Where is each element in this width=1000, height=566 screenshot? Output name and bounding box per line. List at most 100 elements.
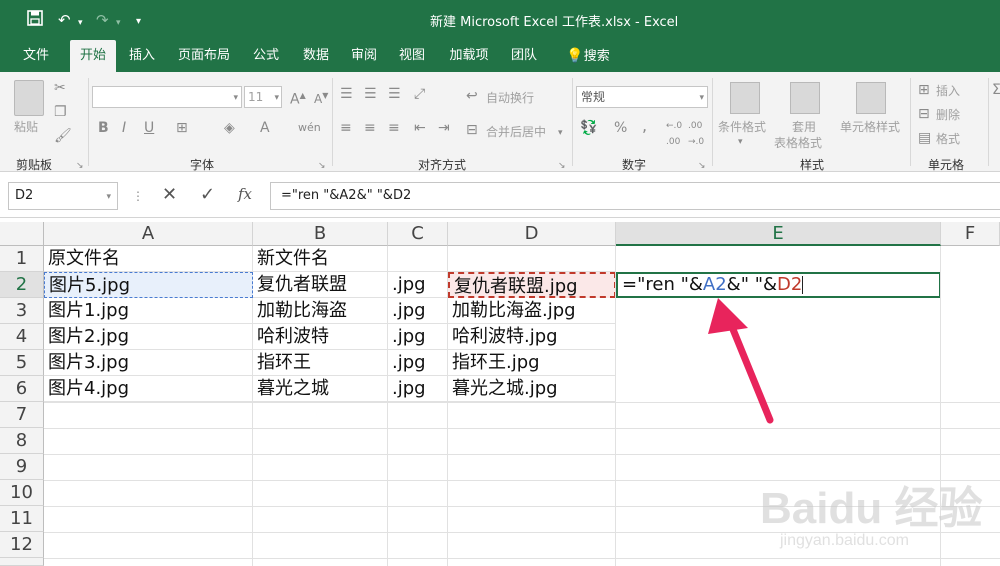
cell-d1[interactable]	[448, 246, 616, 272]
fill-color-icon[interactable]: ◈	[224, 120, 235, 136]
row-header-12[interactable]: 12	[0, 532, 44, 558]
insert-function-icon[interactable]: fx	[238, 185, 252, 203]
wrap-text-icon[interactable]: ↩	[466, 88, 478, 104]
bold-button[interactable]: B	[98, 120, 109, 136]
align-top-icon[interactable]: ☰	[340, 86, 353, 102]
column-header-b[interactable]: B	[253, 222, 388, 246]
align-left-icon[interactable]: ≡	[340, 120, 352, 136]
font-name-select[interactable]: ▾	[92, 86, 242, 108]
column-header-a[interactable]: A	[44, 222, 253, 246]
row-header-6[interactable]: 6	[0, 376, 44, 402]
decrease-decimal-icon[interactable]: .00 →.0	[688, 118, 704, 150]
cell-a3[interactable]: 图片1.jpg	[44, 298, 253, 324]
formula-bar-splitter-icon[interactable]: ⋮	[132, 188, 144, 204]
row-header-9[interactable]: 9	[0, 454, 44, 480]
cell-a6[interactable]: 图片4.jpg	[44, 376, 253, 402]
format-as-table-button-line1[interactable]: 套用	[792, 118, 816, 135]
select-all-corner[interactable]	[0, 222, 44, 246]
cell-d3[interactable]: 加勒比海盗.jpg	[448, 298, 616, 324]
cell-d6[interactable]: 暮光之城.jpg	[448, 376, 616, 402]
align-bottom-icon[interactable]: ☰	[388, 86, 401, 102]
align-right-icon[interactable]: ≡	[388, 120, 400, 136]
align-center-icon[interactable]: ≡	[364, 120, 376, 136]
align-middle-icon[interactable]: ☰	[364, 86, 377, 102]
tab-review[interactable]: 审阅	[344, 40, 384, 72]
copy-icon[interactable]: ❐	[54, 104, 67, 120]
format-cells-button[interactable]: 格式	[936, 130, 960, 147]
cell-b6[interactable]: 暮光之城	[253, 376, 388, 402]
cell-c1[interactable]	[388, 246, 448, 272]
cell-c5[interactable]: .jpg	[388, 350, 448, 376]
insert-cells-icon[interactable]: ⊞	[918, 82, 930, 98]
wrap-text-button[interactable]: 自动换行	[486, 89, 534, 106]
cell-d2[interactable]: 复仇者联盟.jpg	[448, 272, 616, 298]
row-header-5[interactable]: 5	[0, 350, 44, 376]
cell-c6[interactable]: .jpg	[388, 376, 448, 402]
name-box[interactable]: D2 ▾	[8, 182, 118, 210]
delete-cells-icon[interactable]: ⊟	[918, 106, 930, 122]
tab-addins[interactable]: 加载项	[442, 40, 496, 72]
orientation-icon[interactable]: ⤢	[414, 86, 425, 102]
row-header-4[interactable]: 4	[0, 324, 44, 350]
confirm-icon[interactable]: ✓	[200, 184, 215, 205]
cell-a4[interactable]: 图片2.jpg	[44, 324, 253, 350]
tab-search[interactable]: 💡搜索	[556, 40, 620, 72]
number-format-select[interactable]: 常规 ▾	[576, 86, 708, 108]
font-color-button[interactable]: A	[260, 120, 270, 136]
underline-button[interactable]: U	[144, 120, 154, 136]
tab-page-layout[interactable]: 页面布局	[172, 40, 236, 72]
tab-insert[interactable]: 插入	[122, 40, 162, 72]
tab-view[interactable]: 视图	[392, 40, 432, 72]
increase-decimal-icon[interactable]: ←.0.00	[666, 118, 682, 150]
cell-b2[interactable]: 复仇者联盟	[253, 272, 388, 298]
cell-d4[interactable]: 哈利波特.jpg	[448, 324, 616, 350]
column-header-d[interactable]: D	[448, 222, 616, 246]
cell-c4[interactable]: .jpg	[388, 324, 448, 350]
cell-b5[interactable]: 指环王	[253, 350, 388, 376]
cell-b1[interactable]: 新文件名	[253, 246, 388, 272]
column-header-e[interactable]: E	[616, 222, 941, 246]
row-header-10[interactable]: 10	[0, 480, 44, 506]
sum-icon[interactable]: Σ	[992, 82, 1000, 98]
tab-team[interactable]: 团队	[504, 40, 544, 72]
row-header-8[interactable]: 8	[0, 428, 44, 454]
increase-indent-icon[interactable]: ⇥	[438, 120, 450, 136]
undo-dropdown-icon[interactable]: ▾	[78, 13, 83, 33]
percent-button[interactable]: %	[614, 120, 627, 136]
cell-styles-button[interactable]: 单元格样式	[840, 118, 900, 135]
formula-input[interactable]: ="ren "&A2&" "&D2	[270, 182, 1000, 210]
row-header-13[interactable]	[0, 558, 44, 566]
phonetic-icon[interactable]: wén	[298, 120, 321, 136]
conditional-format-icon[interactable]	[730, 82, 760, 114]
cell-d5[interactable]: 指环王.jpg	[448, 350, 616, 376]
cell-styles-icon[interactable]	[856, 82, 886, 114]
cell-c2[interactable]: .jpg	[388, 272, 448, 298]
decrease-font-icon[interactable]: A▼	[314, 88, 328, 107]
undo-icon[interactable]: ↶	[58, 10, 71, 30]
merge-center-button[interactable]: 合并后居中	[486, 123, 546, 140]
tab-home[interactable]: 开始	[70, 40, 116, 72]
italic-button[interactable]: I	[122, 120, 126, 136]
customize-quick-access-icon[interactable]: ▾	[136, 12, 141, 32]
cancel-icon[interactable]: ✕	[162, 184, 177, 205]
format-as-table-button-line2[interactable]: 表格格式	[774, 134, 822, 151]
cell-a5[interactable]: 图片3.jpg	[44, 350, 253, 376]
save-icon[interactable]	[26, 9, 44, 32]
cell-a1[interactable]: 原文件名	[44, 246, 253, 272]
cut-icon[interactable]: ✂	[54, 80, 66, 96]
merge-center-icon[interactable]: ⊟	[466, 122, 478, 138]
delete-cells-button[interactable]: 删除	[936, 106, 960, 123]
borders-icon[interactable]: ⊞	[176, 120, 188, 136]
cell-b4[interactable]: 哈利波特	[253, 324, 388, 350]
format-cells-icon[interactable]: ▤	[918, 130, 931, 146]
row-header-11[interactable]: 11	[0, 506, 44, 532]
cell-c3[interactable]: .jpg	[388, 298, 448, 324]
row-header-2[interactable]: 2	[0, 272, 44, 298]
column-header-f[interactable]: F	[941, 222, 1000, 246]
cell-b3[interactable]: 加勒比海盗	[253, 298, 388, 324]
currency-icon[interactable]: 💱	[580, 120, 597, 136]
font-size-select[interactable]: 11 ▾	[244, 86, 282, 108]
increase-font-icon[interactable]: A▲	[290, 88, 306, 108]
comma-button[interactable]: ,	[642, 118, 647, 134]
decrease-indent-icon[interactable]: ⇤	[414, 120, 426, 136]
